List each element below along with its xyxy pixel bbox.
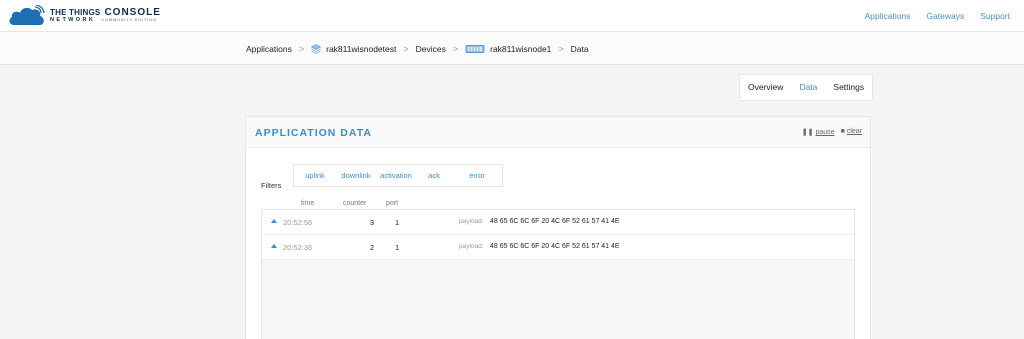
filter-group: uplink downlink activation ack error (293, 164, 503, 187)
device-icon (465, 45, 485, 53)
data-row[interactable]: 20:52:36 2 1 payload: 48 65 6C 6C 6F 20 … (262, 235, 854, 260)
breadcrumb-application[interactable]: rak811wisnodetest (326, 44, 396, 54)
breadcrumb-device[interactable]: rak811wisnode1 (490, 44, 551, 54)
brand-line1: THE THINGS (50, 8, 101, 17)
data-list: 20:52:56 3 1 payload: 48 65 6C 6C 6F 20 … (261, 209, 855, 339)
application-icon (311, 44, 322, 54)
pause-icon: ❚❚ (801, 129, 814, 136)
brand-edition: COMMUNITY EDITION (101, 17, 157, 22)
clear-link[interactable]: clear (847, 128, 862, 135)
nav-support[interactable]: Support (980, 11, 1010, 21)
breadcrumb-separator: > (452, 44, 459, 54)
trash-icon: ■ (840, 128, 845, 135)
row-port: 1 (395, 243, 400, 252)
nav-applications[interactable]: Applications (865, 11, 911, 21)
row-time: 20:52:56 (283, 218, 313, 227)
brand-line2: NETWORK (50, 17, 96, 23)
row-port: 1 (395, 218, 400, 227)
filter-activation[interactable]: activation (376, 165, 416, 186)
cloud-icon (9, 5, 45, 26)
column-header-port: port (386, 200, 399, 207)
panel-header: APPLICATION DATA ❚❚ pause ■ clear (246, 117, 870, 148)
tab-overview[interactable]: Overview (740, 75, 791, 100)
panel-title: APPLICATION DATA (255, 127, 372, 139)
filter-error[interactable]: error (452, 165, 502, 186)
row-payload: 48 65 6C 6C 6F 20 4C 6F 52 61 57 41 4E (490, 218, 620, 225)
filters-label: Filters (261, 181, 282, 190)
data-row[interactable]: 20:52:56 3 1 payload: 48 65 6C 6C 6F 20 … (262, 210, 854, 235)
top-bar: THE THINGS CONSOLE NETWORK COMMUNITY EDITI… (0, 0, 1024, 32)
row-counter: 2 (369, 243, 374, 252)
panel-actions: ❚❚ pause ■ clear (802, 128, 862, 136)
breadcrumb-separator: > (298, 44, 305, 54)
uplink-arrow-icon (271, 219, 277, 223)
column-header-time: time (301, 200, 315, 207)
filter-downlink[interactable]: downlink (336, 165, 376, 186)
breadcrumb-bar: Applications > rak811wisnodetest > Devic… (0, 32, 1024, 65)
breadcrumb-separator: > (558, 44, 564, 54)
row-payload-label: payload: (459, 218, 484, 225)
breadcrumb-data: Data (570, 44, 589, 54)
nav-gateways[interactable]: Gateways (926, 11, 964, 21)
top-nav: Applications Gateways Support (865, 11, 1010, 21)
row-time: 20:52:36 (283, 243, 313, 252)
device-tabs: Overview Data Settings (739, 74, 874, 101)
brand-wordmark: THE THINGS CONSOLE NETWORK COMMUNITY EDITI… (50, 7, 180, 27)
pause-link[interactable]: pause (816, 129, 835, 136)
row-counter: 3 (369, 218, 374, 227)
breadcrumb: Applications > rak811wisnodetest > Devic… (246, 44, 589, 54)
ttn-logo[interactable] (8, 5, 46, 27)
breadcrumb-applications[interactable]: Applications (246, 44, 292, 54)
tab-data[interactable]: Data (791, 75, 825, 100)
tab-settings[interactable]: Settings (825, 75, 872, 100)
column-header-counter: counter (343, 200, 367, 207)
row-payload: 48 65 6C 6C 6F 20 4C 6F 52 61 57 41 4E (490, 243, 620, 250)
application-data-panel: APPLICATION DATA ❚❚ pause ■ clear Filters … (245, 116, 871, 339)
filter-uplink[interactable]: uplink (294, 165, 336, 186)
row-payload-label: payload: (459, 243, 484, 250)
uplink-arrow-icon (271, 244, 277, 248)
filter-ack[interactable]: ack (416, 165, 452, 186)
breadcrumb-devices[interactable]: Devices (416, 44, 446, 54)
breadcrumb-separator: > (403, 44, 409, 54)
